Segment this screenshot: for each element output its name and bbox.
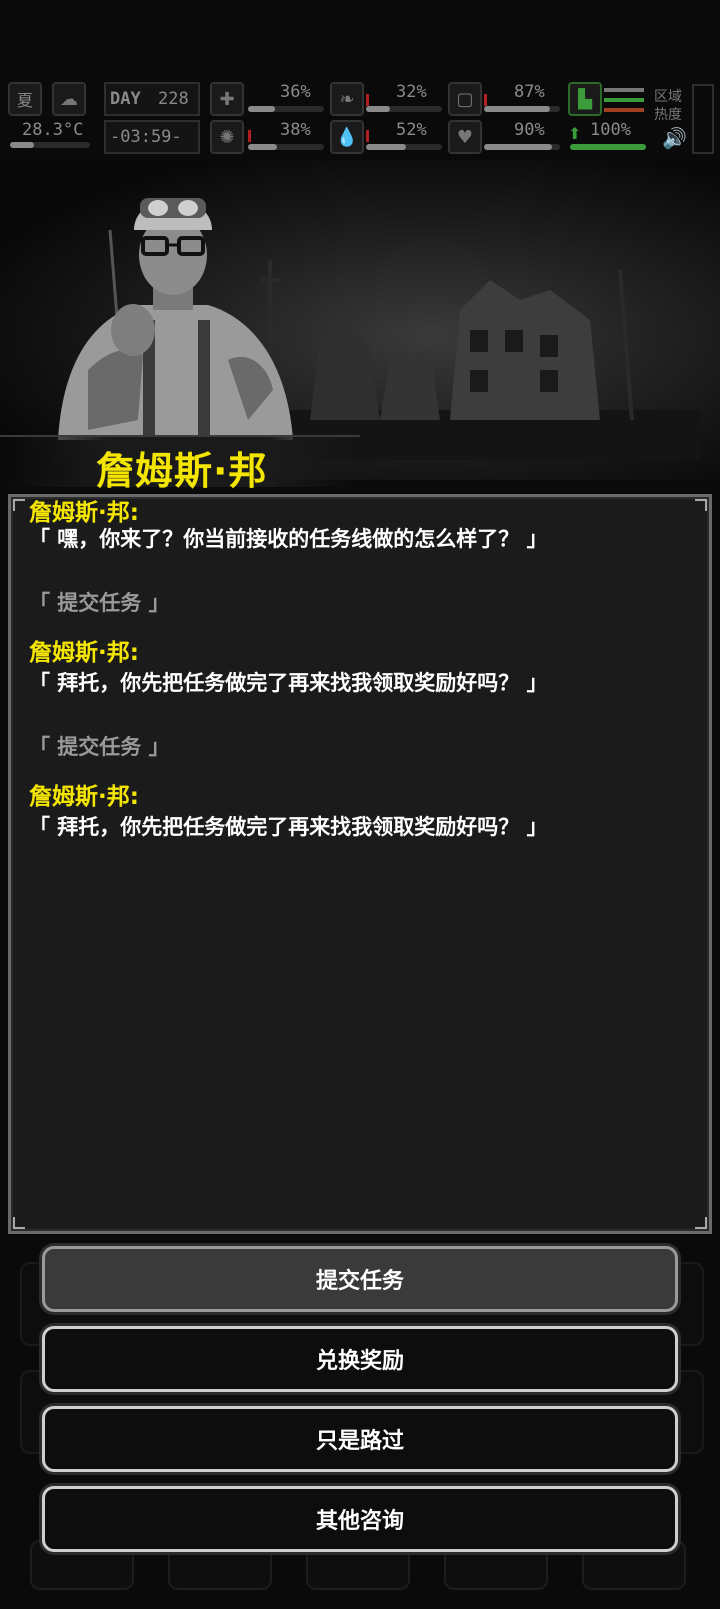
redeem-reward-button[interactable]: 兑换奖励 — [42, 1326, 678, 1392]
immunity-bar — [484, 106, 560, 112]
temperature-value: 28.3°C — [22, 120, 84, 140]
temperature-bar — [10, 142, 90, 148]
heart-icon: ♥ — [448, 120, 482, 154]
thirst-bar — [366, 144, 442, 150]
medkit-icon: ✚ — [210, 82, 244, 116]
stamina-bar — [570, 144, 646, 150]
clock-time: -03:59- — [110, 127, 182, 147]
warning-tick — [484, 94, 487, 106]
warning-tick — [366, 94, 369, 106]
immunity-value: 87% — [514, 82, 545, 102]
dialog-npc-line: 「 嘿，你来了？你当前接收的任务线做的怎么样了？ 」 — [29, 527, 548, 551]
other-inquiry-button[interactable]: 其他咨询 — [42, 1486, 678, 1552]
stomach-icon: ❧ — [330, 82, 364, 116]
zone-heat-label: 区域 热度 — [654, 89, 682, 123]
capsule-icon: ▢ — [448, 82, 482, 116]
mood-value: 90% — [514, 120, 545, 140]
ruined-buildings-illustration — [260, 260, 700, 460]
sanity-value: 38% — [280, 120, 311, 140]
day-label: DAY — [110, 89, 141, 109]
weather-cloud-icon: ☁ — [52, 82, 86, 116]
corner-ornament — [695, 1217, 707, 1229]
dialog-speaker: 詹姆斯·邦: — [29, 640, 139, 666]
gear-line-3 — [604, 108, 644, 112]
health-value: 36% — [280, 82, 311, 102]
npc-name: 詹姆斯·邦 — [96, 449, 268, 493]
corner-ornament — [695, 499, 707, 511]
stamina-value: 100% — [590, 120, 631, 140]
npc-portrait — [58, 198, 293, 440]
status-hud: 夏 ☁ 28.3°C DAY 228 -03:59- ✚ 36% ❧ 32% ▢… — [0, 80, 720, 160]
dialog-log[interactable]: 詹姆斯·邦: 「 嘿，你来了？你当前接收的任务线做的怎么样了？ 」 「 提交任务… — [8, 494, 712, 1234]
just-passing-button[interactable]: 只是路过 — [42, 1406, 678, 1472]
hunger-bar — [366, 106, 442, 112]
brain-icon: ✺ — [210, 120, 244, 154]
gear-line-1 — [604, 88, 644, 92]
season-indicator: 夏 — [8, 82, 42, 116]
warning-tick — [248, 130, 251, 142]
dialog-npc-line: 「 拜托，你先把任务做完了再来找我领取奖励好吗？ 」 — [29, 671, 548, 695]
warning-tick — [366, 130, 369, 142]
health-bar — [248, 106, 324, 112]
sanity-bar — [248, 144, 324, 150]
day-counter: DAY 228 — [104, 82, 200, 116]
clock: -03:59- — [104, 120, 200, 154]
day-number: 228 — [158, 89, 189, 109]
scene-background — [0, 160, 720, 480]
mood-bar — [484, 144, 560, 150]
corner-ornament — [13, 499, 25, 511]
dialog-player-choice: 「 提交任务 」 — [29, 591, 170, 615]
side-tab[interactable] — [692, 84, 714, 154]
season-label: 夏 — [16, 91, 33, 110]
hunger-value: 32% — [396, 82, 427, 102]
submit-quest-button[interactable]: 提交任务 — [42, 1246, 678, 1312]
dialog-speaker: 詹姆斯·邦: — [29, 784, 139, 810]
thirst-value: 52% — [396, 120, 427, 140]
speaker-icon[interactable]: 🔊 — [662, 126, 687, 150]
corner-ornament — [13, 1217, 25, 1229]
boot-icon: ▙ — [568, 82, 602, 116]
dialog-speaker: 詹姆斯·邦: — [29, 500, 139, 526]
dialog-npc-line: 「 拜托，你先把任务做完了再来找我领取奖励好吗？ 」 — [29, 815, 548, 839]
dialog-player-choice: 「 提交任务 」 — [29, 735, 170, 759]
gear-line-2 — [604, 98, 644, 102]
water-drop-icon: 💧 — [330, 120, 364, 154]
arrow-up-icon: ⬆ — [568, 124, 582, 143]
